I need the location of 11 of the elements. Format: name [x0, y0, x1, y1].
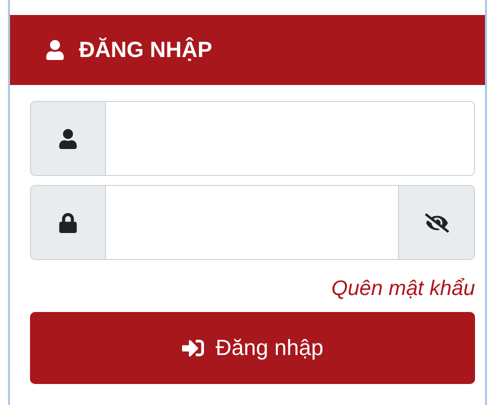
user-icon: [58, 128, 78, 148]
password-field[interactable]: [105, 185, 399, 260]
forgot-password-link[interactable]: Quên mật khẩu: [331, 277, 475, 301]
username-field[interactable]: [105, 101, 475, 176]
eye-slash-icon: [424, 210, 448, 234]
sign-in-icon: [182, 337, 204, 359]
show-password-button[interactable]: [399, 185, 475, 260]
lock-icon: [58, 212, 78, 232]
user-icon: [45, 40, 65, 60]
header-title: ĐĂNG NHẬP: [79, 37, 212, 63]
login-button[interactable]: Đăng nhập: [30, 312, 475, 384]
